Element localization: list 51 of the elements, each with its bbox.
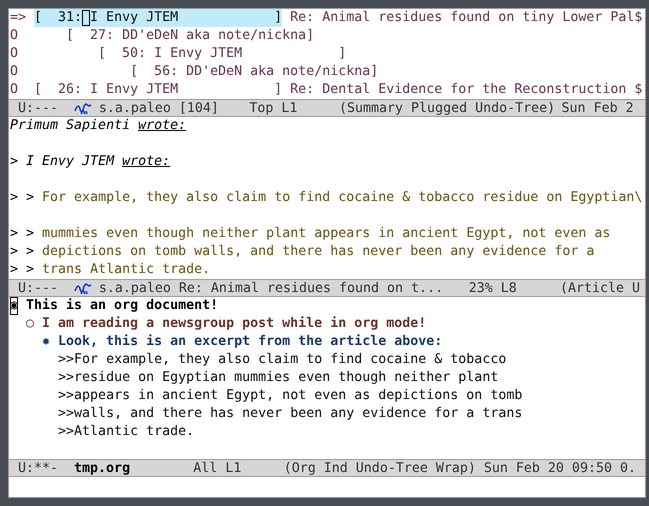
org-heading: Look, this is an excerpt from the article above: bbox=[58, 333, 442, 351]
org-heading: I am reading a newsgroup post while in org mode! bbox=[42, 315, 426, 333]
quote-prefix: > > bbox=[10, 243, 34, 261]
buffer-name: s.a.paleo [104] bbox=[98, 100, 220, 116]
quote-prefix: > > bbox=[10, 189, 34, 207]
thread-subject: Re: Dental Evidence for the Reconstruction $ bbox=[290, 81, 642, 99]
thread-entry[interactable]: [ 26: I Envy JTEM ] bbox=[34, 81, 282, 99]
thread-entry[interactable]: [ 50: I Envy JTEM ] bbox=[98, 45, 346, 63]
org-heading: This is an org document! bbox=[26, 297, 218, 315]
thread-entry[interactable]: [ 27: DD'eDeN aka note/nickna] bbox=[66, 27, 314, 45]
squiggle-icon bbox=[74, 282, 92, 294]
body-text: >>residue on Egyptian mummies even though neither plant bbox=[58, 369, 498, 387]
thread-mark: O bbox=[10, 45, 20, 63]
body-text: >>Atlantic trade. bbox=[58, 423, 194, 441]
mode-list: (Summary Plugged Undo-Tree) bbox=[339, 100, 562, 116]
thread-mark: => bbox=[10, 9, 28, 27]
quote-prefix: > > bbox=[10, 261, 34, 279]
clock-text: Sun Feb 2 bbox=[562, 100, 634, 116]
heading-bullet[interactable]: ✸ bbox=[42, 333, 50, 351]
mode-list: (Article U bbox=[560, 280, 640, 296]
body-text: >>walls, and there has never been any evidence for a trans bbox=[58, 405, 522, 423]
wrote-link[interactable]: wrote: bbox=[138, 117, 186, 135]
quoted-text: mummies even though neither plant appears in ancient Egypt, not even as bbox=[42, 225, 610, 243]
thread-mark: O bbox=[10, 81, 20, 99]
author-name: Primum Sapienti bbox=[10, 117, 130, 135]
quote-prefix: > bbox=[10, 153, 18, 171]
buffer-name: s.a.paleo Re: Animal residues found on t... bbox=[98, 280, 444, 296]
buffer-state: U:**- bbox=[18, 460, 60, 476]
author-name: I Envy JTEM bbox=[26, 153, 114, 171]
thread-entry[interactable]: [ 56: DD'eDeN aka note/nickna] bbox=[130, 63, 378, 81]
thread-mark: O bbox=[10, 63, 20, 81]
clock-text: Sun Feb 20 09:50 0. bbox=[484, 460, 636, 476]
thread-mark: O bbox=[10, 27, 20, 45]
buffer-state: U:--- bbox=[18, 280, 60, 296]
buffer-name: tmp.org bbox=[74, 460, 132, 476]
thread-subject: Re: Animal residues found on tiny Lower Pal$ bbox=[290, 9, 642, 27]
mode-list: (Org Ind Undo-Tree Wrap) bbox=[284, 460, 484, 476]
quote-prefix: > > bbox=[10, 225, 34, 243]
heading-bullet[interactable]: ○ bbox=[26, 315, 34, 333]
squiggle-icon bbox=[74, 102, 92, 114]
wrote-link[interactable]: wrote: bbox=[122, 153, 170, 171]
quoted-text: depictions on tomb walls, and there has never been any evidence for a bbox=[42, 243, 594, 261]
quoted-text: For example, they also claim to find cocaine & tobacco residue on Egyptian\ bbox=[42, 189, 642, 207]
body-text: >>appears in ancient Egypt, not even as depictions on tomb bbox=[58, 387, 522, 405]
buffer-position: Top L1 bbox=[249, 100, 298, 116]
buffer-state: U:--- bbox=[18, 100, 60, 116]
quoted-text: trans Atlantic trade. bbox=[42, 261, 210, 279]
buffer-position: 23% L8 bbox=[468, 280, 518, 296]
thread-entry[interactable]: [ 31: I Envy JTEM ] bbox=[34, 9, 282, 27]
body-text: >>For example, they also claim to find cocaine & tobacco bbox=[58, 351, 506, 369]
buffer-position: All L1 bbox=[193, 460, 242, 476]
